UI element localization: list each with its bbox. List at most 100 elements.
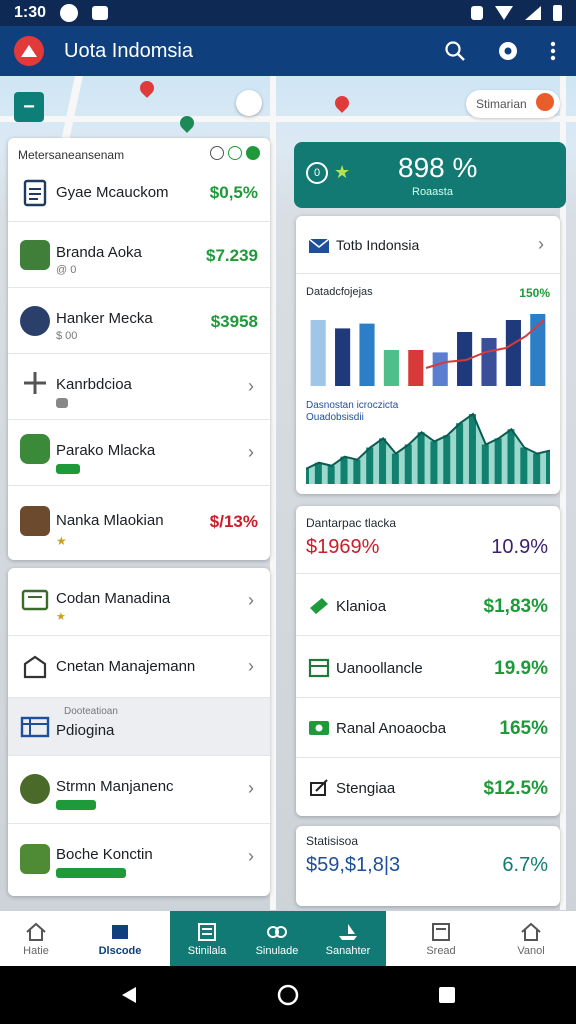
area-bar-8[interactable]	[391, 453, 399, 484]
list-item[interactable]: Kanrbdcioa ›	[8, 354, 270, 420]
kpi-card[interactable]: 0 ★ 898 % Roaasta	[294, 142, 566, 208]
cash-icon	[309, 721, 329, 735]
nfc-icon	[471, 6, 483, 20]
bar-5[interactable]	[408, 350, 424, 386]
area-bar-7[interactable]	[379, 438, 387, 484]
map-pin-icon[interactable]	[137, 78, 157, 98]
star-icon: ★	[56, 534, 67, 548]
list-item[interactable]: Cnetan Manajemann ›	[8, 636, 270, 698]
item-name: Cnetan Manajemann	[56, 658, 196, 675]
area-bar-10[interactable]	[417, 432, 425, 484]
bar-data-label: 30	[310, 308, 320, 318]
summary-row[interactable]: Ranal Anoaocba 165%	[296, 698, 560, 758]
nav-sanahter[interactable]: Sanahter	[310, 911, 386, 967]
area-bar-12[interactable]	[443, 435, 451, 484]
bar-2[interactable]	[335, 328, 351, 386]
chevron-right-icon[interactable]: ›	[248, 376, 254, 397]
nav-home[interactable]: Hatie	[0, 911, 72, 967]
list-icon	[198, 922, 216, 941]
chevron-right-icon[interactable]: ›	[538, 234, 544, 255]
area-bar-6[interactable]	[366, 447, 374, 484]
folder-icon	[20, 434, 50, 464]
chevron-right-icon[interactable]: ›	[248, 442, 254, 463]
summary-row-value: 165%	[499, 718, 548, 739]
list-item[interactable]: Branda Aoka @ 0 $7.239	[8, 222, 270, 288]
table-icon	[20, 716, 50, 738]
area-bar-11[interactable]	[430, 441, 438, 484]
home-button-icon[interactable]	[276, 983, 300, 1007]
app-logo-icon[interactable]	[14, 36, 44, 66]
stats-left-value: $59,$1,8|3	[306, 854, 401, 876]
bar-8[interactable]	[481, 338, 497, 386]
search-icon[interactable]	[444, 40, 466, 62]
list-item[interactable]: Codan Manadina ★ ›	[8, 568, 270, 636]
list-item[interactable]: Nanka Mlaokian ★ $/13%	[8, 486, 270, 560]
back-icon[interactable]	[120, 985, 138, 1005]
info-icon[interactable]	[246, 146, 260, 160]
thumbnail-icon	[20, 240, 50, 270]
bar-6[interactable]	[432, 352, 448, 386]
area-bar-3[interactable]	[327, 465, 335, 484]
summary-row[interactable]: Uanoollancle 19.9%	[296, 636, 560, 698]
home-icon	[26, 922, 46, 941]
item-value: $/13%	[209, 512, 258, 531]
area-bar-16[interactable]	[494, 438, 502, 484]
area-bar-1[interactable]	[306, 468, 309, 484]
area-bar-4[interactable]	[340, 456, 348, 484]
list-item[interactable]: Boche Konctin ›	[8, 824, 270, 896]
area-bar-15[interactable]	[481, 444, 489, 484]
area-bar-18[interactable]	[520, 447, 528, 484]
summary-row[interactable]: Klanioa $1,83%	[296, 574, 560, 636]
header-icons	[210, 146, 260, 160]
bar-data-label: 2/3	[334, 314, 347, 324]
area-chart[interactable]	[306, 408, 550, 484]
email-icon	[308, 238, 330, 253]
summary-row[interactable]: Stengiaa $12.5%	[296, 758, 560, 816]
bar-chart[interactable]: 30 2/3 2/0	[306, 302, 550, 386]
list-item[interactable]: Dooteatioan Pdiogina	[8, 698, 270, 756]
recents-icon[interactable]	[438, 986, 456, 1004]
zoom-out-button[interactable]: −	[14, 92, 44, 122]
item-value: $3958	[210, 312, 258, 331]
nav-discover[interactable]: Dlscode	[72, 911, 168, 967]
list-item[interactable]: Strmn Manjanenc ›	[8, 756, 270, 824]
bar-3[interactable]	[359, 323, 375, 386]
chevron-right-icon[interactable]: ›	[248, 846, 254, 867]
area-bar-13[interactable]	[456, 423, 464, 484]
area-bar-5[interactable]	[353, 459, 361, 484]
nav-sread[interactable]: Sread	[400, 911, 482, 967]
list-item[interactable]: Gyae Mcauckom $0,5%	[8, 164, 270, 222]
map-marker-icon[interactable]	[236, 90, 262, 116]
map-location-chip[interactable]: Stimarian	[466, 90, 560, 118]
kpi-value: 898 %	[398, 152, 478, 183]
nav-vanol[interactable]: Vanol	[490, 911, 572, 967]
list-item[interactable]: Parako Mlacka ›	[8, 420, 270, 486]
ship-icon	[339, 923, 357, 940]
stats-title: Statisisoa	[306, 834, 359, 848]
more-icon[interactable]	[550, 41, 556, 61]
chevron-right-icon[interactable]: ›	[248, 656, 254, 677]
map-pin-icon[interactable]	[332, 93, 352, 113]
info-icon[interactable]	[228, 146, 242, 160]
app-title: Uota Indomsia	[64, 39, 193, 62]
area-bar-19[interactable]	[533, 453, 541, 484]
link-icon	[267, 925, 287, 938]
list-header: Metersaneansenam	[18, 148, 125, 162]
settings-icon[interactable]	[496, 39, 520, 63]
list-item[interactable]: Hanker Mecka $ 00 $3958	[8, 288, 270, 354]
area-bar-9[interactable]	[404, 444, 412, 484]
stats-card[interactable]: Statisisoa $59,$1,8|3 6.7%	[296, 826, 560, 906]
bar-9[interactable]	[505, 320, 521, 386]
area-bar-17[interactable]	[507, 429, 515, 484]
bar-1[interactable]	[310, 320, 326, 386]
chart-card-header[interactable]: Totb Indonsia ›	[296, 216, 560, 274]
area-bar-2[interactable]	[314, 462, 322, 484]
area-bar-14[interactable]	[468, 414, 476, 484]
area-bar-20[interactable]	[546, 450, 550, 484]
chevron-right-icon[interactable]: ›	[248, 590, 254, 611]
nav-sinulade[interactable]: Sinulade	[244, 911, 310, 967]
bar-4[interactable]	[383, 350, 399, 386]
nav-stinilala[interactable]: Stinilala	[170, 911, 244, 967]
chevron-right-icon[interactable]: ›	[248, 778, 254, 799]
info-icon[interactable]	[210, 146, 224, 160]
